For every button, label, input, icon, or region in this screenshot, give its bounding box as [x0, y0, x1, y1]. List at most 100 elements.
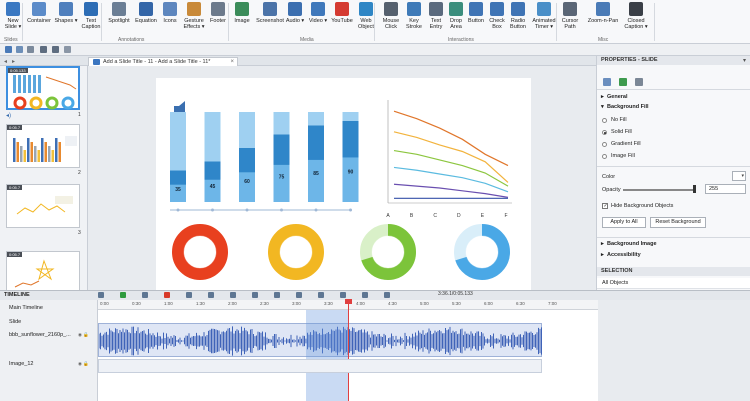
ribbon-text-entry-button[interactable]: Text Entry [426, 2, 446, 36]
stop-icon[interactable] [142, 292, 148, 298]
transition-props-icon[interactable] [635, 78, 643, 86]
bar-highlight [273, 164, 290, 202]
image-track-clip[interactable] [98, 359, 542, 373]
opacity-slider-handle[interactable] [693, 185, 696, 193]
ribbon-audio-button[interactable]: Audio ▾ [285, 2, 305, 36]
ribbon-equation-button[interactable]: Equation [134, 2, 158, 36]
ribbon-button-label: Web Object [358, 18, 374, 30]
close-icon[interactable]: × [230, 58, 234, 66]
ribbon-zoom-pan-button[interactable]: Zoom-n-Pan [586, 2, 620, 36]
split-icon[interactable] [274, 292, 280, 298]
accessibility-section[interactable]: Accessibility [607, 252, 641, 258]
slide-thumbnail[interactable]: 0:05.7 [6, 124, 80, 168]
ribbon-video-button[interactable]: Video ▾ [308, 2, 328, 36]
slide-thumbnail[interactable]: 0:05.7 [6, 184, 80, 228]
tab-document[interactable]: Add a Slide Title - 11 - Add a Slide Tit… [88, 57, 238, 66]
zoom-out-icon[interactable] [208, 292, 214, 298]
slide-thumbnail-preview [13, 136, 77, 162]
layer-visibility-lock-icon[interactable]: ◉ 🔒 [78, 332, 89, 338]
ribbon-radio-button-button[interactable]: Radio Button [508, 2, 528, 36]
ribbon-check-box-button[interactable]: Check Box [488, 2, 506, 36]
ribbon-image-button[interactable]: Image [232, 2, 252, 36]
ribbon-button-button[interactable]: Button [466, 2, 486, 36]
general-section[interactable]: General [607, 94, 627, 100]
ribbon-screenshot-button[interactable]: Screenshot [256, 2, 284, 36]
image-fill-radio[interactable] [602, 154, 607, 159]
ribbon-shapes-button[interactable]: Shapes ▾ [54, 2, 78, 36]
save-icon[interactable] [5, 46, 12, 53]
add-icon[interactable] [98, 292, 104, 298]
trim-icon[interactable] [296, 292, 302, 298]
ribbon-gesture-button[interactable]: Gesture Effects ▾ [182, 2, 206, 36]
no-fill-radio[interactable] [602, 118, 607, 123]
line-series [393, 166, 509, 193]
undo-icon[interactable] [40, 46, 47, 53]
accessibility-expander-icon[interactable]: ▸ [601, 252, 604, 258]
slide-props-icon[interactable] [603, 78, 611, 86]
hide-bg-checkbox[interactable]: ✓ [602, 203, 608, 209]
ribbon-container-button[interactable]: Container [26, 2, 52, 36]
line-series [393, 110, 509, 167]
timeline-layer[interactable]: Main Timeline [0, 305, 98, 311]
volume-icon[interactable] [340, 292, 346, 298]
general-expander-icon[interactable]: ▸ [601, 94, 604, 100]
ribbon-web-object-button[interactable]: Web Object [356, 2, 376, 36]
marker-icon[interactable] [252, 292, 258, 298]
ribbon-mouse-click-button[interactable]: Mouse Click [380, 2, 402, 36]
ribbon-timer-button[interactable]: Animated Timer ▾ [530, 2, 558, 36]
settings-icon[interactable] [384, 292, 390, 298]
playhead[interactable] [348, 300, 349, 401]
container-icon [32, 2, 46, 16]
ribbon-youtube-button[interactable]: YouTube [330, 2, 354, 36]
tab-scroll-left-icon[interactable]: ◂ [4, 58, 7, 65]
sync-icon[interactable] [362, 292, 368, 298]
tab-scroll-right-icon[interactable]: ▸ [12, 58, 15, 65]
background-fill-expander-icon[interactable]: ▾ [601, 104, 604, 110]
fill-props-icon[interactable] [619, 78, 627, 86]
color-swatch[interactable]: ▾ [732, 171, 746, 181]
opacity-input[interactable]: 255 [705, 184, 746, 194]
ribbon-closed-caption-button[interactable]: Closed Caption ▾ [622, 2, 650, 36]
ribbon-spotlight-button[interactable]: Spotlight [106, 2, 132, 36]
ribbon-drop-area-button[interactable]: Drop Area [446, 2, 466, 36]
background-fill-section[interactable]: Background Fill [607, 104, 649, 110]
ribbon-new-slide-button[interactable]: New Slide ▾ [4, 2, 22, 36]
ribbon-footer-button[interactable]: Footer [208, 2, 228, 36]
gradient-fill-radio[interactable] [602, 142, 607, 147]
open-icon[interactable] [27, 46, 34, 53]
solid-fill-radio[interactable] [602, 130, 607, 135]
layer-visibility-lock-icon[interactable]: ◉ 🔒 [78, 361, 89, 367]
slide-thumbnail[interactable]: 0:05.133 [6, 66, 80, 110]
timeline-layer[interactable]: Slide [0, 319, 98, 325]
donut-slice [172, 224, 228, 280]
redo-icon[interactable] [52, 46, 59, 53]
equation-icon [139, 2, 153, 16]
fit-icon[interactable] [230, 292, 236, 298]
opacity-slider[interactable] [623, 189, 695, 191]
zoom-in-icon[interactable] [186, 292, 192, 298]
slide-thumbnail[interactable]: 0:05.7 [6, 251, 80, 295]
timeline-tick-label: 6:00 [484, 301, 493, 306]
slide-canvas[interactable]: 35 45 60 75 85 90 A B C D E F [156, 78, 531, 290]
ribbon-cursor-path-button[interactable]: Cursor Path [560, 2, 580, 36]
selection-all-objects[interactable]: All Objects [597, 278, 750, 289]
ribbon-button-label: Footer [210, 18, 226, 24]
ribbon-group-misc: Misc [598, 37, 609, 43]
panel-menu-icon[interactable]: ▾ [743, 57, 746, 64]
background-image-section[interactable]: Background Image [607, 241, 657, 247]
play-icon[interactable] [120, 292, 126, 298]
thumb-bar [28, 75, 31, 93]
playhead-handle[interactable] [345, 299, 352, 304]
record-icon[interactable] [164, 292, 170, 298]
time-selection-range[interactable] [306, 310, 348, 401]
background-image-expander-icon[interactable]: ▸ [601, 241, 604, 247]
ribbon-button-label: Text Caption [81, 18, 101, 30]
audio-icon[interactable] [318, 292, 324, 298]
customize-icon[interactable] [64, 46, 71, 53]
ribbon-key-stroke-button[interactable]: Key Stroke [404, 2, 424, 36]
ribbon-text-caption-button[interactable]: Text Caption [80, 2, 102, 36]
preview-icon[interactable] [16, 46, 23, 53]
reset-background-button[interactable]: Reset Background [650, 217, 706, 228]
ribbon-icons-button[interactable]: Icons [160, 2, 180, 36]
apply-to-all-button[interactable]: Apply to All [602, 217, 646, 228]
